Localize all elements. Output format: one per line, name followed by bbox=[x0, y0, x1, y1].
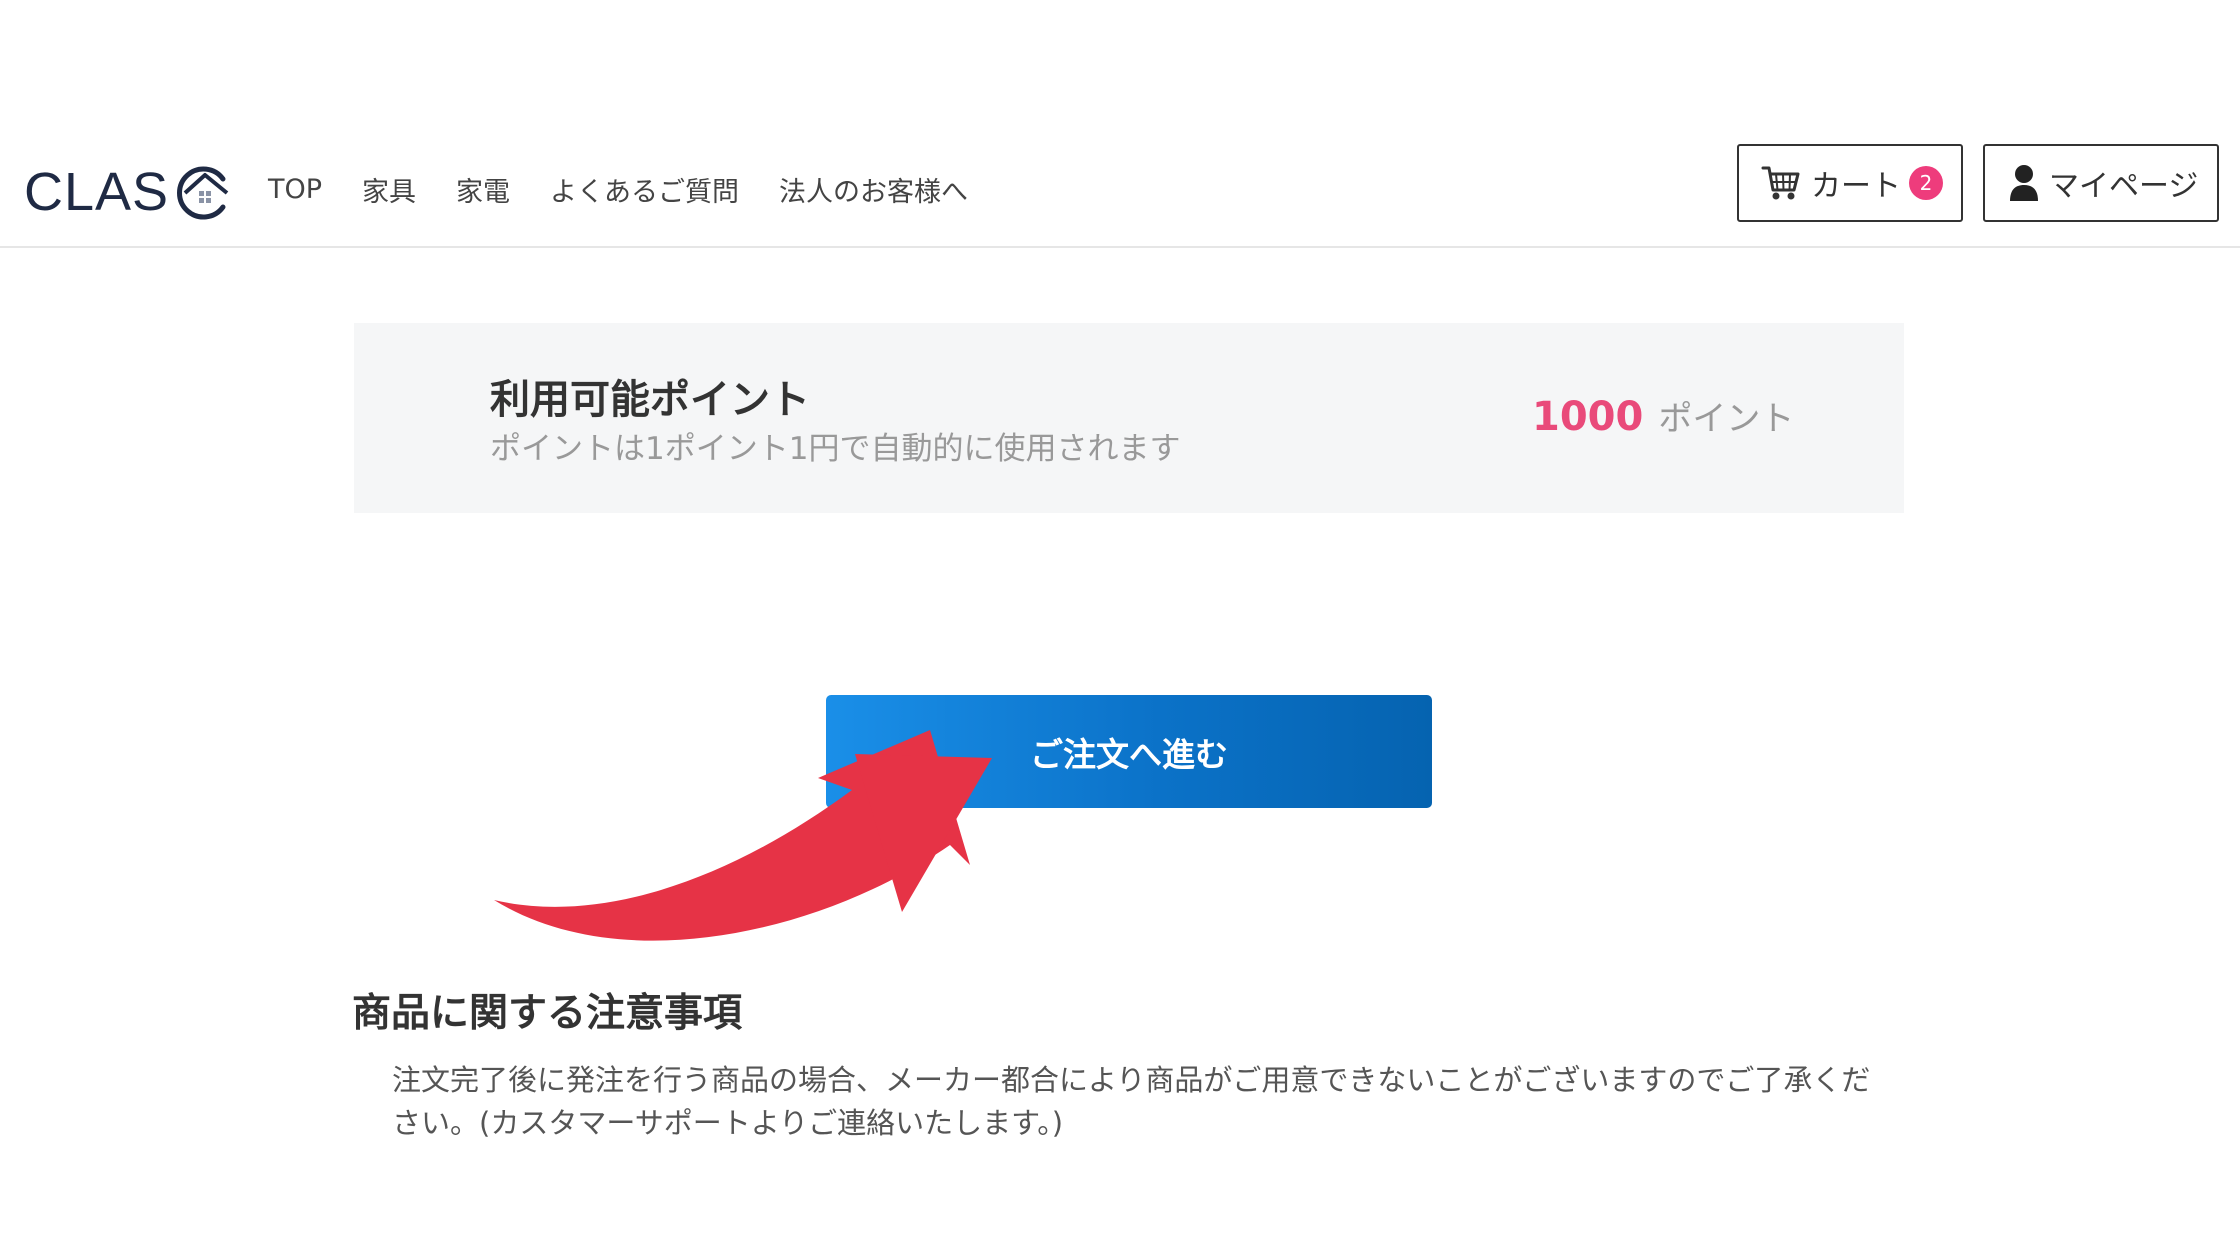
site-header: CLAS TOP 家具 家電 よくあるご質問 法人のお客様へ カート 2 マイペ… bbox=[0, 140, 2240, 248]
cart-label: カート bbox=[1811, 169, 1901, 204]
points-unit: ポイント bbox=[1658, 399, 1795, 439]
cart-count-badge: 2 bbox=[1909, 166, 1943, 200]
points-value: 1000 bbox=[1532, 394, 1644, 440]
nav-business[interactable]: 法人のお客様へ bbox=[779, 170, 968, 209]
points-description: ポイントは1ポイント1円で自動的に使用されます bbox=[490, 431, 1181, 467]
cart-button[interactable]: カート 2 bbox=[1737, 144, 1963, 222]
points-title: 利用可能ポイント bbox=[490, 377, 810, 423]
nav-top[interactable]: TOP bbox=[268, 174, 322, 205]
site-logo[interactable]: CLAS bbox=[24, 152, 235, 232]
logo-text: CLAS bbox=[24, 162, 170, 222]
nav-appliances[interactable]: 家電 bbox=[456, 170, 510, 209]
nav-furniture[interactable]: 家具 bbox=[362, 170, 416, 209]
notes-title: 商品に関する注意事項 bbox=[352, 991, 743, 1037]
notes-body: 注文完了後に発注を行う商品の場合、メーカー都合により商品がご用意できないことがご… bbox=[392, 1063, 1871, 1140]
available-points-panel: 利用可能ポイント ポイントは1ポイント1円で自動的に使用されます 1000 ポイ… bbox=[354, 323, 1904, 513]
cart-icon bbox=[1761, 166, 1800, 200]
user-icon bbox=[2010, 165, 2038, 201]
nav-faq[interactable]: よくあるご質問 bbox=[550, 170, 739, 209]
points-amount: 1000 ポイント bbox=[1532, 391, 1794, 440]
proceed-to-order-button[interactable]: ご注文へ進む bbox=[826, 695, 1432, 808]
main-nav: TOP 家具 家電 よくあるご質問 法人のお客様へ bbox=[268, 170, 968, 209]
house-c-icon bbox=[177, 166, 229, 220]
mypage-label: マイページ bbox=[2049, 169, 2199, 204]
mypage-button[interactable]: マイページ bbox=[1983, 144, 2219, 222]
